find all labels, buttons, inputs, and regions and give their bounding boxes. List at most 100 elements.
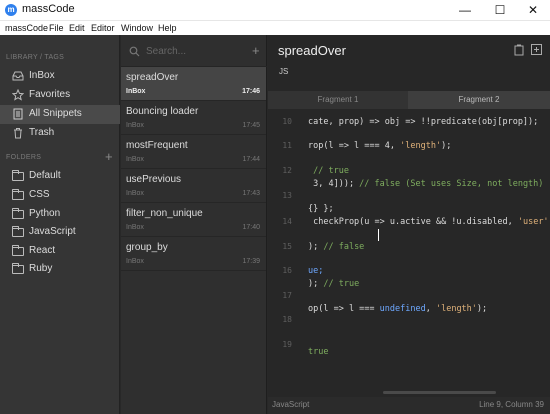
search-bar: Search... + <box>121 35 267 67</box>
folder-icon <box>12 189 24 200</box>
snippet-list-item[interactable]: mostFrequent InBox 17:44 <box>121 135 266 169</box>
snippet-date: 17:46 <box>242 88 260 95</box>
snippet-name: Bouncing loader <box>126 106 199 117</box>
stack-icon <box>13 108 23 120</box>
sidebar-folder-python[interactable]: Python <box>0 205 120 224</box>
menu-help[interactable]: Help <box>158 21 177 35</box>
copy-icon[interactable] <box>514 44 524 56</box>
snippet-name: group_by <box>126 242 168 253</box>
sidebar-item-label: Trash <box>29 127 55 138</box>
snippet-list-item[interactable]: filter_non_unique InBox 17:40 <box>121 203 266 237</box>
snippet-folder: InBox <box>126 190 144 197</box>
sidebar-item-favorites[interactable]: Favorites <box>0 86 120 105</box>
trash-icon <box>14 128 22 139</box>
sidebar-item-label: InBox <box>29 70 55 81</box>
horizontal-scrollbar[interactable] <box>383 391 496 394</box>
menu-bar: massCode File Edit Editor Window Help <box>0 21 550 35</box>
code-line: true <box>308 347 329 357</box>
code-line: checkProp(u => u.active && !u.disabled, … <box>308 217 549 227</box>
fragment-tabs: Fragment 1 Fragment 2 <box>268 91 550 109</box>
snippet-list-item[interactable]: usePrevious InBox 17:43 <box>121 169 266 203</box>
status-bar: JavaScript Line 9, Column 39 <box>268 397 550 414</box>
app-window: m massCode — ☐ ✕ massCode File Edit Edit… <box>0 0 550 414</box>
code-line: // true <box>308 166 349 176</box>
folder-icon <box>12 245 24 256</box>
window-title: massCode <box>22 3 75 15</box>
folder-label: Ruby <box>29 263 53 274</box>
snippet-name: spreadOver <box>126 72 179 83</box>
line-number: 19 <box>282 340 292 349</box>
maximize-button[interactable]: ☐ <box>483 0 517 21</box>
snippet-list-item[interactable]: spreadOver InBox 17:46 <box>121 67 266 101</box>
sidebar-item-trash[interactable]: Trash <box>0 124 120 143</box>
line-number: 11 <box>282 141 292 150</box>
add-fragment-icon[interactable] <box>531 44 542 55</box>
add-snippet-icon[interactable]: + <box>252 44 260 57</box>
text-cursor <box>378 229 379 241</box>
snippet-folder: InBox <box>126 88 146 95</box>
line-number: 13 <box>282 191 292 200</box>
folder-icon <box>12 170 24 181</box>
snippet-name: usePrevious <box>126 174 182 185</box>
menu-file[interactable]: File <box>49 21 64 35</box>
sidebar-item-label: All Snippets <box>29 108 82 119</box>
folder-label: CSS <box>29 189 50 200</box>
snippet-date: 17:39 <box>242 258 260 265</box>
sidebar-folder-css[interactable]: CSS <box>0 186 120 205</box>
code-line: 3, 4])); // false (Set uses Size, not le… <box>308 179 544 189</box>
snippet-folder: InBox <box>126 156 144 163</box>
menu-editor[interactable]: Editor <box>91 21 115 35</box>
code-editor[interactable]: 10 11 12 13 14 15 16 17 18 19 cate, prop) => obj … <box>268 109 550 391</box>
sidebar-folder-react[interactable]: React <box>0 242 120 261</box>
tab-fragment-1[interactable]: Fragment 1 <box>268 91 408 109</box>
sidebar-item-label: Favorites <box>29 89 71 100</box>
inbox-icon <box>12 71 24 81</box>
line-number: 14 <box>282 217 292 226</box>
menu-masscode[interactable]: massCode <box>5 21 48 35</box>
sidebar-item-inbox[interactable]: InBox <box>0 67 120 86</box>
star-icon <box>12 89 24 101</box>
code-line: ); // true <box>308 279 360 289</box>
close-button[interactable]: ✕ <box>516 0 550 21</box>
snippet-folder: InBox <box>126 224 144 231</box>
sidebar-item-all-snippets[interactable]: All Snippets <box>0 105 120 124</box>
code-line: op(l => l === undefined, 'length'); <box>308 304 488 314</box>
snippet-folder: InBox <box>126 122 144 129</box>
app-logo-icon: m <box>5 4 17 16</box>
folder-label: React <box>29 245 56 256</box>
sidebar-folder-ruby[interactable]: Ruby <box>0 260 120 279</box>
line-number: 16 <box>282 266 292 275</box>
snippet-title[interactable]: spreadOver <box>278 43 346 58</box>
library-section-label: LIBRARY / TAGS <box>6 54 65 61</box>
snippet-date: 17:45 <box>242 122 260 129</box>
sidebar-folder-javascript[interactable]: JavaScript <box>0 223 120 242</box>
folder-icon <box>12 226 24 237</box>
snippet-name: filter_non_unique <box>126 208 203 219</box>
folder-label: Default <box>29 170 61 181</box>
language-tag: JS <box>279 67 289 76</box>
snippet-folder: InBox <box>126 258 144 265</box>
code-line: ue; <box>308 266 324 276</box>
folders-section-label: FOLDERS <box>6 154 42 161</box>
status-cursor-position: Line 9, Column 39 <box>479 400 544 409</box>
menu-window[interactable]: Window <box>121 21 153 35</box>
tab-fragment-2[interactable]: Fragment 2 <box>408 91 550 109</box>
sidebar-folder-default[interactable]: Default <box>0 167 120 186</box>
line-number: 10 <box>282 117 292 126</box>
editor-panel: spreadOver JS Fragment 1 Fragment 2 10 11… <box>268 35 550 414</box>
line-number: 12 <box>282 166 292 175</box>
snippet-list-item[interactable]: Bouncing loader InBox 17:45 <box>121 101 266 135</box>
code-line: rop(l => l === 4, 'length'); <box>308 141 452 151</box>
search-input[interactable]: Search... <box>146 46 186 57</box>
snippet-list: Search... + spreadOver InBox 17:46 Bounc… <box>121 35 267 414</box>
snippet-list-item[interactable]: group_by InBox 17:39 <box>121 237 266 271</box>
add-folder-icon[interactable]: + <box>105 150 113 163</box>
menu-edit[interactable]: Edit <box>69 21 85 35</box>
snippet-name: mostFrequent <box>126 140 188 151</box>
folder-label: Python <box>29 208 61 219</box>
code-line: {} }; <box>308 204 334 214</box>
minimize-button[interactable]: — <box>448 0 482 21</box>
status-language[interactable]: JavaScript <box>272 400 309 409</box>
line-number: 15 <box>282 242 292 251</box>
search-icon <box>129 46 140 57</box>
